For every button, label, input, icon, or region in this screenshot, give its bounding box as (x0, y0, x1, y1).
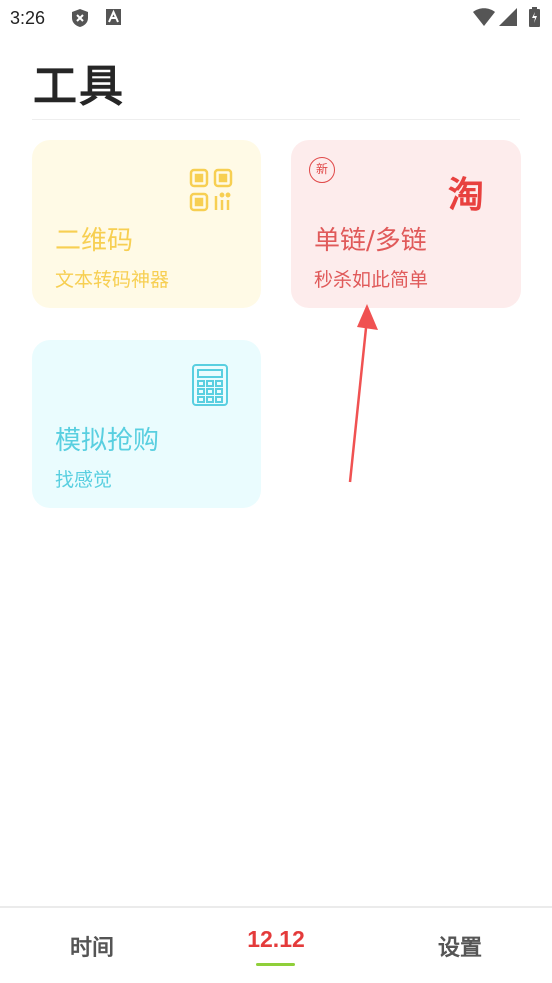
qr-code-icon (189, 168, 233, 216)
qr-card-subtitle: 文本转码神器 (55, 269, 170, 291)
qr-card-title: 二维码 (55, 226, 134, 256)
status-time: 3:26 (10, 8, 46, 28)
taobao-logo-icon: 淘 (448, 174, 485, 216)
status-bar: 3:26 (0, 0, 552, 36)
active-tab-indicator (256, 963, 295, 966)
link-card-title: 单链/多链 (314, 226, 427, 256)
simulated-purchase-card[interactable]: 模拟抢购 找感觉 (32, 340, 261, 508)
tab-settings[interactable]: 设置 (400, 930, 520, 962)
shield-icon (72, 9, 88, 31)
annotation-arrow-icon (340, 300, 390, 489)
sim-card-subtitle: 找感觉 (55, 469, 113, 491)
page-title: 工具 (33, 61, 125, 112)
tab-time[interactable]: 时间 (32, 930, 152, 962)
signal-icon (499, 8, 517, 30)
font-a-icon (106, 9, 121, 29)
qr-code-card[interactable]: 二维码 文本转码神器 (32, 140, 261, 308)
tab-12-12[interactable]: 12.12 (216, 926, 336, 953)
link-card-subtitle: 秒杀如此简单 (314, 269, 429, 291)
calculator-icon (192, 364, 228, 410)
battery-charging-icon (529, 7, 540, 31)
sim-card-title: 模拟抢购 (55, 426, 160, 456)
single-multi-link-card[interactable]: 新 淘 单链/多链 秒杀如此简单 (291, 140, 521, 308)
wifi-icon (473, 8, 495, 30)
title-divider (32, 119, 520, 120)
new-badge: 新 (309, 157, 335, 183)
bottom-nav: 时间 12.12 设置 (0, 906, 552, 983)
